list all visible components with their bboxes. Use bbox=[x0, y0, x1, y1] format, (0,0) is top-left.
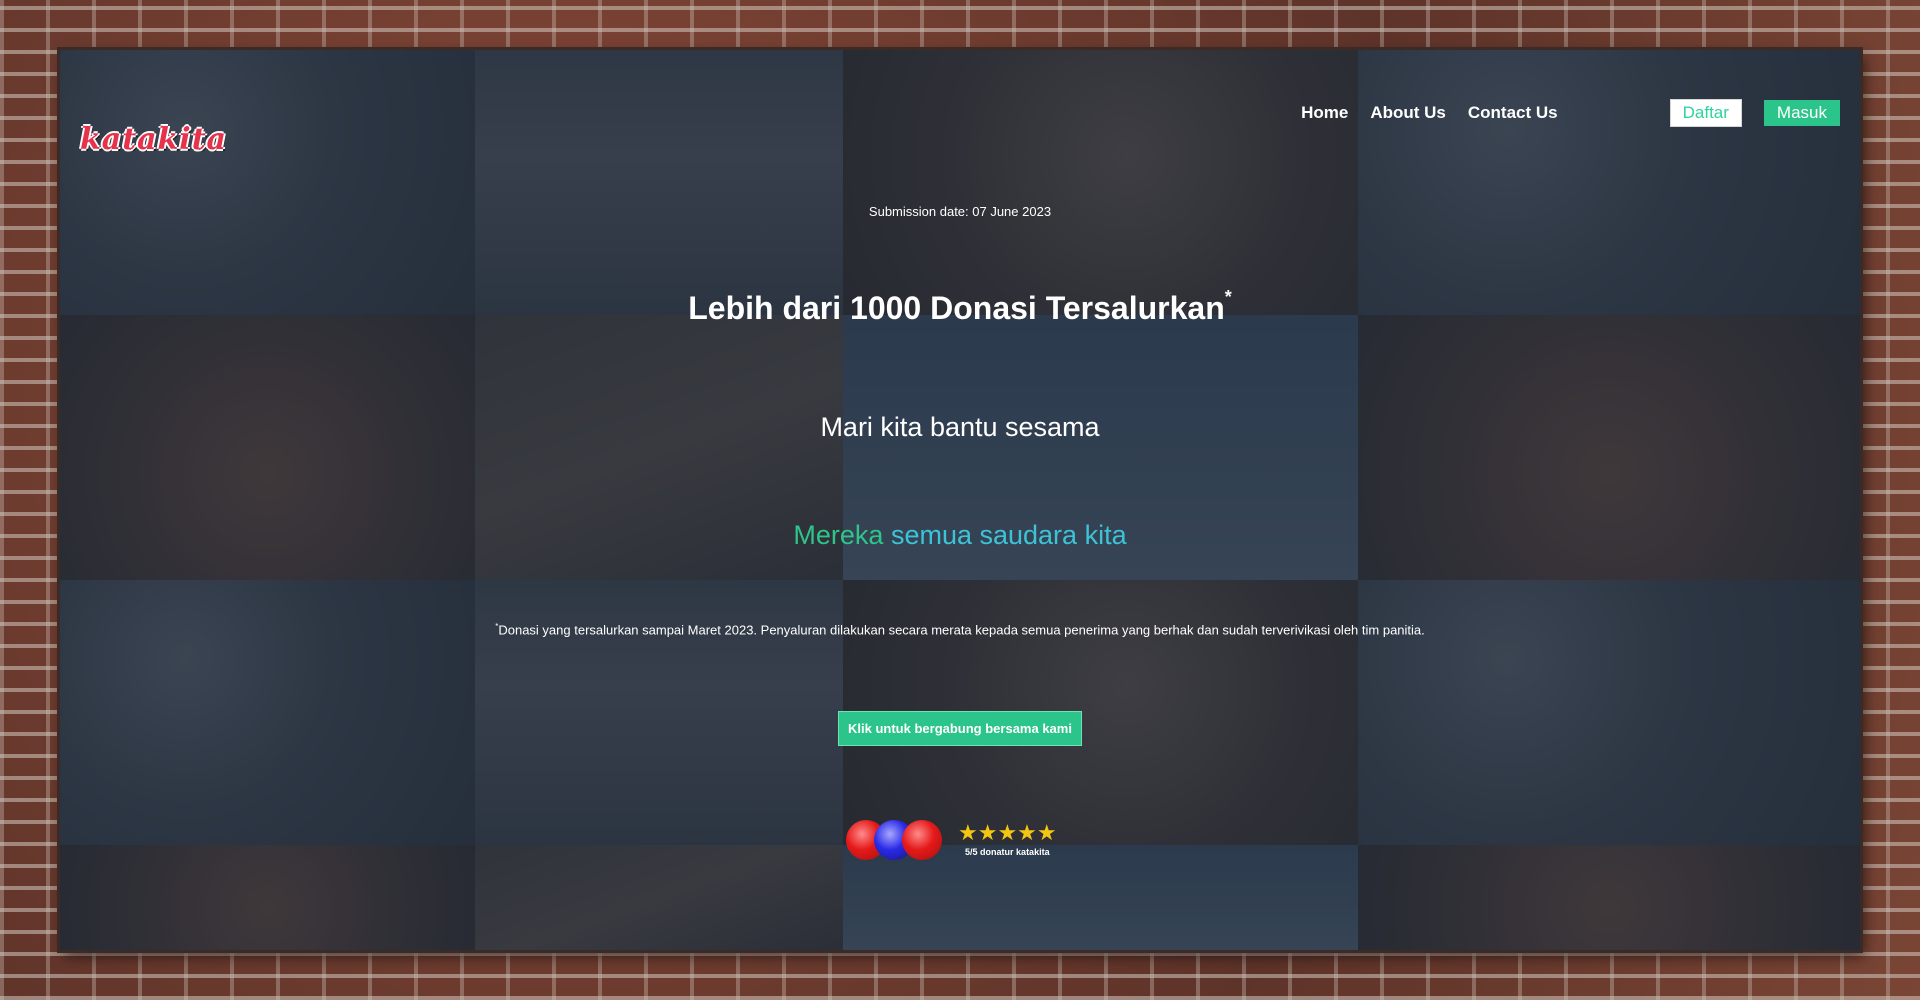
hero-section: katakita Home About Us Contact Us Daftar… bbox=[60, 50, 1860, 950]
headline-text: Lebih dari 1000 Donasi Tersalurkan bbox=[688, 290, 1225, 326]
nav-link-home[interactable]: Home bbox=[1301, 103, 1348, 123]
headline-asterisk: * bbox=[1224, 287, 1232, 308]
rating-summary: ★★★★★ 5/5 donatur katakita bbox=[958, 821, 1057, 858]
avatar bbox=[902, 820, 942, 860]
login-button[interactable]: Masuk bbox=[1763, 100, 1840, 126]
submission-date: Submission date: 07 June 2023 bbox=[868, 204, 1052, 219]
top-nav: Home About Us Contact Us Daftar Masuk bbox=[1279, 99, 1840, 127]
cta-container: Klik untuk bergabung bersama kami bbox=[60, 711, 1860, 746]
hero-tagline: Mereka semua saudara kita bbox=[60, 520, 1860, 551]
tagline-part-cyan: semua saudara kita bbox=[890, 520, 1127, 550]
tagline-part-green: Mereka bbox=[793, 520, 884, 550]
nav-link-contact-us[interactable]: Contact Us bbox=[1468, 103, 1558, 123]
hero-headline: Lebih dari 1000 Donasi Tersalurkan* bbox=[60, 287, 1860, 327]
donor-avatars bbox=[846, 818, 944, 862]
donation-footnote: *Donasi yang tersalurkan sampai Maret 20… bbox=[60, 622, 1860, 637]
register-button[interactable]: Daftar bbox=[1669, 99, 1742, 127]
brand-logo[interactable]: katakita bbox=[80, 122, 227, 157]
page-frame: katakita Home About Us Contact Us Daftar… bbox=[60, 50, 1860, 950]
hero-subtitle: Mari kita bantu sesama bbox=[820, 412, 1100, 442]
nav-link-about-us[interactable]: About Us bbox=[1370, 103, 1446, 123]
donor-rating: ★★★★★ 5/5 donatur katakita bbox=[846, 818, 1057, 862]
rating-text: 5/5 donatur katakita bbox=[965, 847, 1050, 857]
footnote-text: Donasi yang tersalurkan sampai Maret 202… bbox=[498, 622, 1425, 638]
join-us-button[interactable]: Klik untuk bergabung bersama kami bbox=[838, 711, 1082, 746]
star-rating-icon: ★★★★★ bbox=[958, 821, 1057, 846]
